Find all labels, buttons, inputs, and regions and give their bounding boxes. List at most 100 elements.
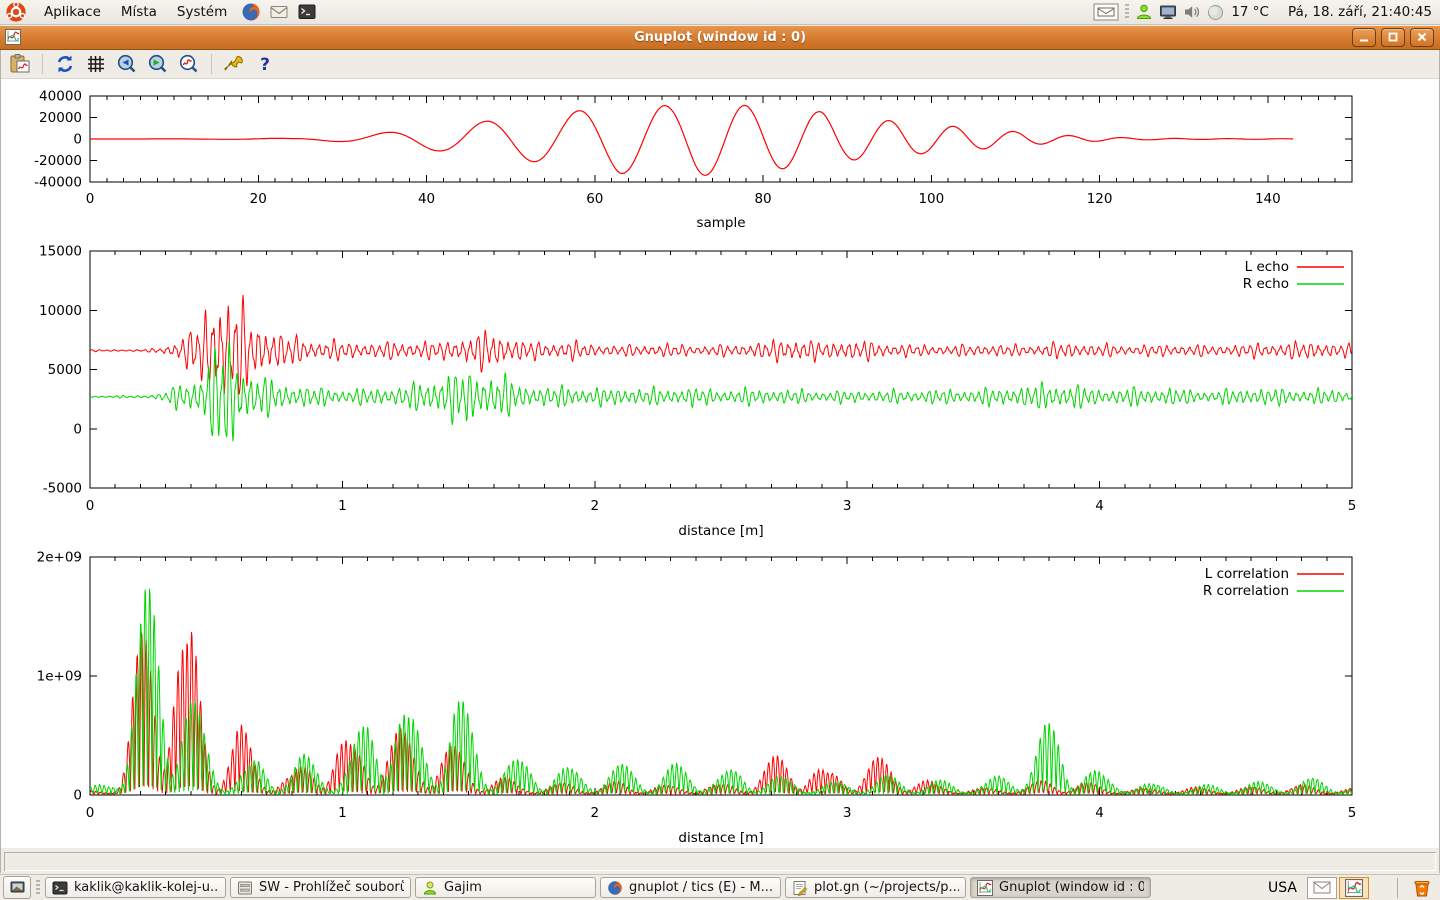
y-tick-label: -40000: [34, 175, 82, 191]
taskbar-divider: [1397, 878, 1398, 898]
task-gnuplot[interactable]: Gnuplot (window id : 0): [970, 877, 1151, 898]
replot-refresh-button[interactable]: [54, 53, 76, 75]
y-tick-label: 10000: [39, 303, 82, 319]
y-tick-label: 0: [73, 421, 82, 437]
maximize-button[interactable]: [1381, 28, 1405, 47]
file-manager-icon: [237, 880, 253, 896]
gnuplot-canvas[interactable]: 020406080100120140-40000-200000200004000…: [0, 79, 1440, 848]
x-tick-label: 0: [86, 498, 95, 514]
minimize-button[interactable]: [1352, 28, 1376, 47]
temperature-label[interactable]: 17 °C: [1231, 4, 1269, 20]
x-tick-label: 4: [1095, 498, 1104, 514]
task-firefox[interactable]: gnuplot / tics (E) - M...: [600, 877, 781, 898]
display-icon[interactable]: [1158, 3, 1177, 22]
chart-corr: 01234501e+092e+09distance [m]L correlati…: [37, 550, 1357, 847]
text-editor-icon: [792, 880, 808, 896]
y-tick-label: -20000: [34, 153, 82, 169]
panel-grip: [1125, 4, 1129, 20]
zoom-previous-button[interactable]: [116, 53, 138, 75]
window-toolbar: ?: [1, 50, 1439, 79]
axis-ticks: 020406080100120140-40000-200000200004000…: [34, 89, 1352, 208]
x-tick-label: 3: [843, 498, 852, 514]
task-text-editor[interactable]: plot.gn (~/projects/p...: [785, 877, 966, 898]
y-tick-label: 0: [73, 788, 82, 804]
task-label: Gajim: [444, 880, 482, 895]
series-r-correlation: [90, 589, 1352, 795]
x-axis-label: sample: [696, 215, 745, 231]
x-tick-label: 120: [1087, 191, 1113, 207]
mail-launcher-icon[interactable]: [268, 1, 290, 23]
menu-applications[interactable]: Aplikace: [34, 0, 111, 25]
copy-to-clipboard-button[interactable]: [9, 53, 31, 75]
svg-text:?: ?: [260, 55, 270, 75]
task-label: kaklik@kaklik-kolej-u...: [74, 880, 219, 895]
x-axis-label: distance [m]: [678, 830, 763, 846]
terminal-icon: [52, 880, 68, 896]
taskbar-grip: [36, 880, 40, 895]
x-tick-label: 0: [86, 191, 95, 207]
task-gajim[interactable]: Gajim: [415, 877, 596, 898]
tray-mail-icon[interactable]: [1307, 877, 1337, 899]
autoscale-button[interactable]: [178, 53, 200, 75]
tray-gnuplot-icon[interactable]: [1339, 877, 1369, 899]
x-tick-label: 2: [591, 498, 600, 514]
show-desktop-button[interactable]: [3, 876, 31, 899]
y-tick-label: 20000: [39, 110, 82, 126]
weather-icon: [1206, 3, 1225, 22]
x-axis-label: distance [m]: [678, 523, 763, 539]
terminal-launcher-icon[interactable]: [296, 1, 318, 23]
y-tick-label: 15000: [39, 244, 82, 260]
tray-spacer: [1371, 877, 1397, 899]
legend-label: L correlation: [1205, 566, 1289, 582]
ubuntu-logo-icon[interactable]: [5, 1, 27, 23]
y-tick-label: 5000: [48, 362, 82, 378]
window-statusbar: [4, 852, 1436, 871]
x-tick-label: 100: [918, 191, 944, 207]
x-tick-label: 60: [586, 191, 603, 207]
series-chirp-signal: [90, 105, 1293, 175]
clock[interactable]: Pá, 18. září, 21:40:45: [1288, 4, 1432, 20]
window-titlebar[interactable]: Gnuplot (window id : 0): [0, 26, 1440, 50]
x-tick-label: 3: [843, 805, 852, 821]
chart-wave: 020406080100120140-40000-200000200004000…: [34, 89, 1352, 232]
trash-icon[interactable]: [1410, 877, 1434, 899]
grid-toggle-button[interactable]: [85, 53, 107, 75]
user-switcher-icon[interactable]: [1134, 3, 1153, 22]
window-title: Gnuplot (window id : 0): [0, 30, 1440, 45]
gnuplot-icon: [977, 880, 993, 896]
close-button[interactable]: [1410, 28, 1434, 47]
keyboard-layout-indicator[interactable]: USA: [1268, 880, 1297, 896]
help-button[interactable]: ?: [254, 53, 276, 75]
y-tick-label: 0: [73, 132, 82, 148]
task-label: plot.gn (~/projects/p...: [814, 880, 959, 895]
x-tick-label: 1: [338, 498, 347, 514]
series-l-echo: [90, 295, 1352, 394]
menu-system[interactable]: Systém: [167, 0, 237, 25]
x-tick-label: 5: [1348, 805, 1357, 821]
x-tick-label: 2: [591, 805, 600, 821]
plot-frame: [90, 251, 1352, 488]
menu-places[interactable]: Místa: [111, 0, 167, 25]
task-label: Gnuplot (window id : 0): [999, 880, 1144, 895]
firefox-launcher-icon[interactable]: [240, 1, 262, 23]
volume-icon[interactable]: [1182, 3, 1201, 22]
mail-notification-icon[interactable]: [1092, 3, 1120, 22]
gajim-icon: [422, 880, 438, 896]
taskbar: kaklik@kaklik-kolej-u... SW - Prohlížeč …: [0, 874, 1440, 900]
series-l-correlation: [90, 632, 1352, 795]
settings-wrench-button[interactable]: [223, 53, 245, 75]
legend: L correlationR correlation: [1203, 566, 1344, 599]
x-tick-label: 1: [338, 805, 347, 821]
task-terminal[interactable]: kaklik@kaklik-kolej-u...: [45, 877, 226, 898]
zoom-next-button[interactable]: [147, 53, 169, 75]
top-panel: Aplikace Místa Systém 17 °C Pá, 18. září…: [0, 0, 1440, 25]
toolbar-separator: [211, 54, 212, 74]
task-label: SW - Prohlížeč souborů: [259, 880, 404, 895]
y-tick-label: 40000: [39, 89, 82, 105]
plot-frame: [90, 557, 1352, 795]
y-tick-label: 1e+09: [37, 669, 82, 685]
legend-label: R echo: [1243, 276, 1289, 292]
toolbar-separator: [42, 54, 43, 74]
task-file-manager[interactable]: SW - Prohlížeč souborů: [230, 877, 411, 898]
y-tick-label: -5000: [43, 481, 82, 497]
